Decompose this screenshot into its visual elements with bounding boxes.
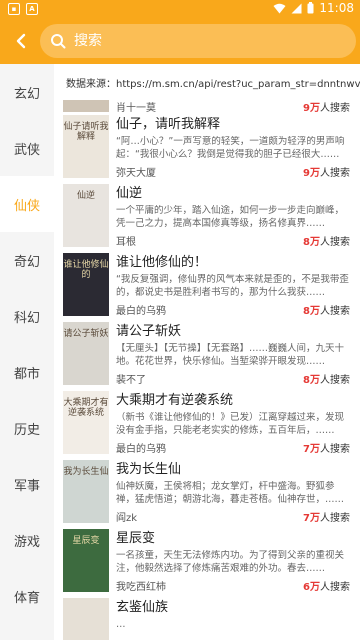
book-cover: 大乘期才有逆袭系统 — [63, 391, 109, 454]
book-title: 请公子斩妖 — [116, 324, 182, 339]
data-source-line: 数据来源：https://m.sm.cn/api/rest?uc_param_s… — [66, 78, 360, 90]
list-item[interactable]: 玄鉴仙族 … — [54, 595, 360, 640]
book-title: 我为长生仙 — [116, 462, 182, 477]
wifi-icon — [273, 3, 286, 13]
app-notification-icon: ▪ — [8, 3, 20, 15]
cover-title: 谁让他修仙的 — [63, 260, 109, 280]
book-author: 最白的乌鸦 — [116, 443, 166, 455]
cover-title: 请公子斩妖 — [63, 329, 109, 339]
book-author: 弥天大厦 — [116, 167, 156, 179]
list-item-partial[interactable]: 肖十一莫 9万人搜索 — [54, 100, 360, 114]
book-description: 【无厘头】【无节操】【无套路】……巍巍人间，九天十地。花花世界，快乐修仙。当堑梁… — [116, 343, 345, 367]
book-description: 一名孩童，天生无法修炼内功。为了得到父亲的重视关注，他毅然选择了修炼痛苦艰难的外… — [116, 550, 345, 574]
sidebar-item-qihuan[interactable]: 奇幻 — [0, 232, 54, 288]
book-cover: 星辰变 — [63, 529, 109, 592]
book-cover: 仙逆 — [63, 184, 109, 247]
status-bar: ▪ A 11:08 — [0, 0, 360, 18]
book-title: 仙逆 — [116, 186, 143, 201]
book-author: 我吃西红柿 — [116, 581, 166, 593]
book-title: 星辰变 — [116, 531, 156, 546]
status-time: 11:08 — [319, 1, 354, 15]
book-description: （新书《谁让他修仙的！》已发）江离穿越过来，发现没有金手指，只能老老实实的修炼，… — [116, 412, 345, 436]
search-input[interactable] — [74, 33, 314, 49]
book-title: 玄鉴仙族 — [116, 600, 169, 615]
cover-title: 大乘期才有逆袭系统 — [63, 398, 109, 418]
sidebar-item-wuxia[interactable]: 武侠 — [0, 120, 54, 176]
sidebar-item-lishi[interactable]: 历史 — [0, 400, 54, 456]
book-author: 耳根 — [116, 236, 136, 248]
search-heat: 8万人搜索 — [303, 236, 350, 248]
list-item[interactable]: 请公子斩妖 请公子斩妖 【无厘头】【无节操】【无套路】……巍巍人间，九天十地。花花世… — [54, 319, 360, 388]
list-item[interactable]: 大乘期才有逆袭系统 大乘期才有逆袭系统 （新书《谁让他修仙的！》已发）江离穿越过来，… — [54, 388, 360, 457]
search-box[interactable] — [40, 24, 356, 58]
search-heat: 6万人搜索 — [303, 581, 350, 593]
book-title: 大乘期才有逆袭系统 — [116, 393, 234, 408]
sidebar-item-youxi[interactable]: 游戏 — [0, 512, 54, 568]
book-list-panel: 数据来源：https://m.sm.cn/api/rest?uc_param_s… — [54, 64, 360, 640]
cover-title: 仙逆 — [76, 191, 95, 201]
book-cover: 请公子斩妖 — [63, 322, 109, 385]
list-item[interactable]: 仙子请听我解释 仙子，请听我解释 “阿…小心？”一声写意的轻笑，一道颇为轻浮的男声响… — [54, 112, 360, 181]
book-title: 谁让他修仙的！ — [116, 255, 208, 270]
app-notification-icon-a: A — [26, 3, 38, 15]
book-description: 一个平庸的少年，踏入仙途，如何一步一步走向巅峰，凭一己之力，提高本国修真等级，扬… — [116, 205, 345, 229]
sidebar-item-xianxia[interactable]: 仙侠 — [0, 176, 54, 232]
cover-title: 仙子请听我解释 — [63, 122, 109, 142]
sidebar-item-junshi[interactable]: 军事 — [0, 456, 54, 512]
book-cover — [63, 598, 109, 640]
book-description: … — [116, 619, 126, 630]
search-heat: 8万人搜索 — [303, 305, 350, 317]
category-sidebar: 玄幻 武侠 仙侠 奇幻 科幻 都市 历史 军事 游戏 体育 — [0, 64, 54, 640]
book-cover: 我为长生仙 — [63, 460, 109, 523]
book-cover — [63, 100, 109, 112]
book-author: 最白的乌鸦 — [116, 305, 166, 317]
list-item[interactable]: 星辰变 星辰变一名孩童，天生无法修炼内功。为了得到父亲的重视关注，他毅然选择了修炼… — [54, 526, 360, 595]
signal-icon — [291, 3, 302, 13]
search-heat: 9万人搜索 — [303, 167, 350, 179]
sidebar-item-tiyu[interactable]: 体育 — [0, 568, 54, 624]
book-description: 仙神妖魔，王侯将相；龙女掌灯，杆中盛海。野狐参禅，猛虎悟道；朝游北海，暮走苍梧。… — [116, 481, 345, 505]
cover-title: 我为长生仙 — [63, 467, 109, 477]
list-item[interactable]: 仙逆 仙逆一个平庸的少年，踏入仙途，如何一步一步走向巅峰，凭一己之力，提高本国修真… — [54, 181, 360, 250]
book-title: 仙子，请听我解释 — [116, 117, 221, 132]
sidebar-item-xuanhuan[interactable]: 玄幻 — [0, 64, 54, 120]
search-heat: 7万人搜索 — [303, 512, 350, 524]
book-cover: 谁让他修仙的 — [63, 253, 109, 316]
book-description: “阿…小心？”一声写意的轻笑，一道颇为轻浮的男声响起：“我很小心么？我倒是觉得我… — [116, 136, 345, 160]
book-cover: 仙子请听我解释 — [63, 115, 109, 178]
sidebar-item-dushi[interactable]: 都市 — [0, 344, 54, 400]
cover-title: 星辰变 — [72, 536, 100, 546]
book-author: 阎zk — [116, 512, 138, 524]
battery-icon — [307, 2, 314, 14]
back-button[interactable] — [8, 28, 34, 54]
search-icon — [51, 34, 66, 49]
chevron-left-icon — [16, 33, 26, 49]
search-heat: 7万人搜索 — [303, 443, 350, 455]
search-heat: 8万人搜索 — [303, 374, 350, 386]
book-list: 仙子请听我解释 仙子，请听我解释 “阿…小心？”一声写意的轻笑，一道颇为轻浮的男声响… — [54, 112, 360, 640]
book-description: “我反复强调，修仙界的风气本来就是歪的，不是我带歪的，都说史书是胜利者书写的，那… — [116, 274, 349, 298]
app-bar — [0, 18, 360, 64]
list-item[interactable]: 我为长生仙 我为长生仙 仙神妖魔，王侯将相；龙女掌灯，杆中盛海。野狐参禅，猛虎悟道；… — [54, 457, 360, 526]
book-author: 裴不了 — [116, 374, 146, 386]
sidebar-item-kehuan[interactable]: 科幻 — [0, 288, 54, 344]
list-item[interactable]: 谁让他修仙的 谁让他修仙的！ “我反复强调，修仙界的风气本来就是歪的，不是我带歪的，… — [54, 250, 360, 319]
